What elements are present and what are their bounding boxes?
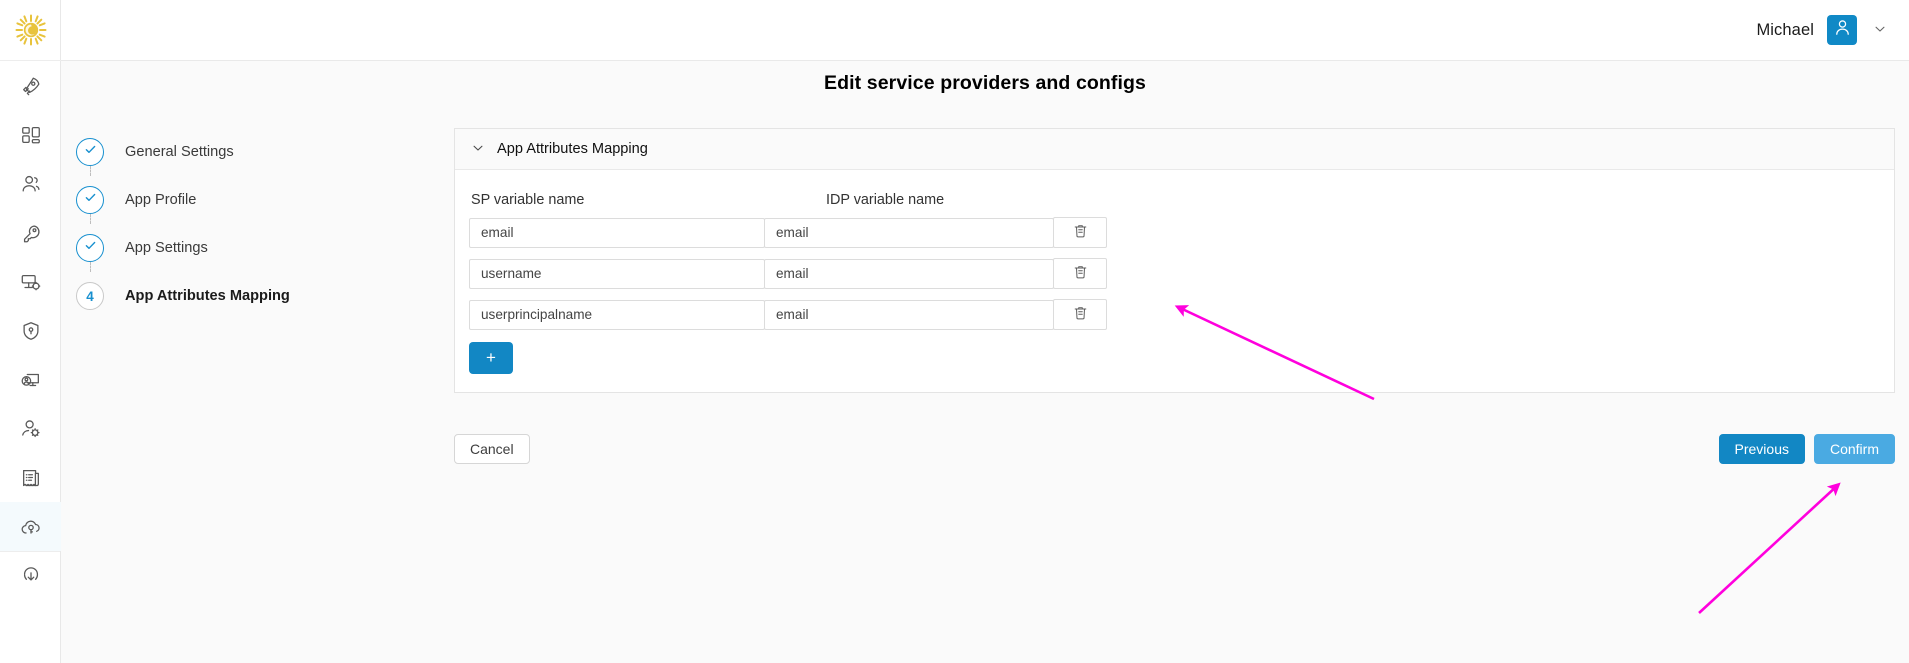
sidebar-item-rocket[interactable] bbox=[0, 61, 61, 110]
trash-icon bbox=[1072, 263, 1089, 285]
idp-variable-input[interactable] bbox=[764, 258, 1054, 289]
mapping-row bbox=[469, 299, 1894, 330]
stepper-step-general-settings[interactable]: General Settings bbox=[76, 128, 366, 176]
server-config-icon bbox=[20, 271, 42, 293]
sp-variable-input[interactable] bbox=[469, 258, 765, 289]
apps-grid-icon bbox=[20, 124, 42, 146]
confirm-button[interactable]: Confirm bbox=[1813, 434, 1895, 464]
sidebar-item-shield-key[interactable] bbox=[0, 306, 61, 355]
footer-right-actions: Previous Confirm bbox=[1718, 434, 1895, 464]
step-connector bbox=[89, 262, 91, 272]
user-name-label: Michael bbox=[1756, 20, 1814, 39]
sp-variable-input[interactable] bbox=[469, 217, 765, 248]
sidebar-item-user-gear[interactable] bbox=[0, 404, 61, 453]
step-connector bbox=[89, 214, 91, 224]
users-icon bbox=[20, 173, 42, 195]
user-menu-chevron[interactable] bbox=[1873, 22, 1887, 38]
step-bullet-current: 4 bbox=[76, 282, 104, 310]
add-mapping-row-button[interactable]: + bbox=[469, 342, 513, 374]
chevron-down-icon[interactable] bbox=[471, 141, 485, 157]
step-bullet-done bbox=[76, 138, 104, 166]
check-icon bbox=[83, 190, 98, 210]
step-connector bbox=[89, 166, 91, 176]
page-title: Edit service providers and configs bbox=[824, 72, 1146, 94]
sidebar-item-user-screen[interactable] bbox=[0, 355, 61, 404]
cloud-key-icon bbox=[20, 516, 42, 538]
sidebar-item-key[interactable] bbox=[0, 208, 61, 257]
delete-row-button[interactable] bbox=[1053, 258, 1107, 289]
card-header[interactable]: App Attributes Mapping bbox=[455, 129, 1894, 170]
sidebar-item-users[interactable] bbox=[0, 159, 61, 208]
stepper-step-app-profile[interactable]: App Profile bbox=[76, 176, 366, 224]
top-header: Michael bbox=[61, 0, 1909, 61]
stepper-label-app-profile: App Profile bbox=[125, 192, 197, 208]
sidebar-item-apps-grid[interactable] bbox=[0, 110, 61, 159]
cancel-button[interactable]: Cancel bbox=[454, 434, 530, 464]
avatar[interactable] bbox=[1827, 15, 1857, 45]
stepper-label-app-settings: App Settings bbox=[125, 240, 208, 256]
card-body: SP variable name IDP variable name email… bbox=[455, 170, 1894, 392]
idp-variable-input[interactable] bbox=[764, 217, 1054, 248]
mapping-row bbox=[469, 217, 1894, 248]
check-icon bbox=[83, 238, 98, 258]
app-attributes-mapping-card: App Attributes Mapping SP variable name … bbox=[454, 128, 1895, 393]
arrow-to-confirm-button bbox=[1698, 482, 1841, 614]
column-headers: SP variable name IDP variable name bbox=[471, 192, 1894, 208]
delete-row-button[interactable] bbox=[1053, 299, 1107, 330]
step-bullet-done bbox=[76, 186, 104, 214]
key-icon bbox=[20, 222, 42, 244]
shield-key-icon bbox=[20, 320, 42, 342]
trash-icon bbox=[1072, 222, 1089, 244]
stepper-step-app-attributes-mapping[interactable]: 4 App Attributes Mapping bbox=[76, 272, 366, 320]
sun-logo-icon bbox=[14, 13, 48, 47]
column-header-idp: IDP variable name bbox=[826, 192, 945, 208]
column-header-sp: SP variable name bbox=[471, 192, 585, 208]
stepper-step-app-settings[interactable]: App Settings bbox=[76, 224, 366, 272]
download-icon bbox=[20, 566, 42, 588]
sidebar-item-cloud-key[interactable] bbox=[0, 502, 61, 551]
card-title: App Attributes Mapping bbox=[497, 141, 648, 157]
user-gear-icon bbox=[20, 418, 42, 440]
sidebar-item-receipt[interactable] bbox=[0, 453, 61, 502]
rocket-icon bbox=[20, 75, 42, 97]
delete-row-button[interactable] bbox=[1053, 217, 1107, 248]
left-icon-rail bbox=[0, 0, 61, 663]
sidebar-item-server-config[interactable] bbox=[0, 257, 61, 306]
trash-icon bbox=[1072, 304, 1089, 326]
wizard-footer: Cancel Previous Confirm bbox=[454, 434, 1895, 464]
app-logo[interactable] bbox=[0, 0, 61, 61]
chevron-down-icon bbox=[1873, 22, 1887, 38]
sidebar-item-download[interactable] bbox=[0, 552, 61, 601]
step-bullet-done bbox=[76, 234, 104, 262]
wizard-stepper: General Settings App Profile App Setting… bbox=[76, 128, 366, 320]
user-icon bbox=[1833, 18, 1852, 42]
check-icon bbox=[83, 142, 98, 162]
stepper-label-general-settings: General Settings bbox=[125, 144, 234, 160]
sp-variable-input[interactable] bbox=[469, 299, 765, 330]
step-number: 4 bbox=[86, 288, 94, 304]
idp-variable-input[interactable] bbox=[764, 299, 1054, 330]
app-root: Michael Edit service providers and confi… bbox=[0, 0, 1909, 663]
previous-button[interactable]: Previous bbox=[1718, 434, 1805, 464]
receipt-icon bbox=[20, 467, 42, 489]
mapping-row bbox=[469, 258, 1894, 289]
stepper-label-app-attributes-mapping: App Attributes Mapping bbox=[125, 288, 290, 304]
user-screen-icon bbox=[20, 369, 42, 391]
